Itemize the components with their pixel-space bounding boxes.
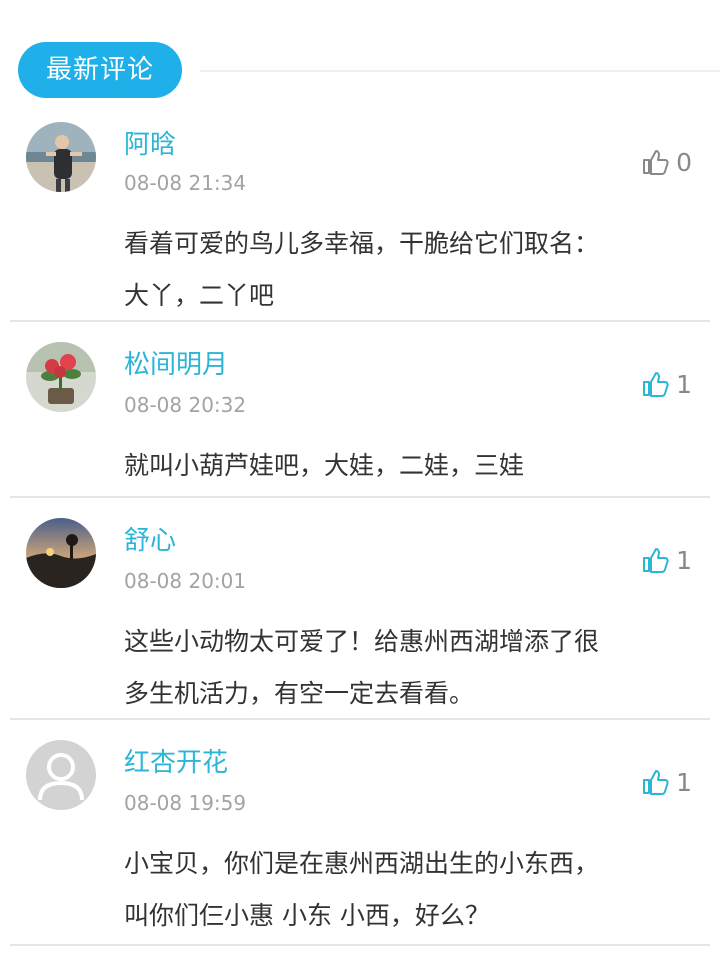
comment-text-line: 看着可爱的鸟儿多幸福，干脆给它们取名： [124, 229, 600, 258]
comment-text-line: 就叫小葫芦娃吧，大娃，二娃，三娃 [124, 451, 525, 480]
comment-username[interactable]: 舒心 [124, 524, 176, 558]
like-button[interactable]: 1 [640, 762, 692, 802]
header-divider [200, 70, 720, 72]
like-button[interactable]: 0 [640, 142, 692, 182]
like-button[interactable]: 1 [640, 540, 692, 580]
thumbs-up-icon [640, 545, 670, 575]
comment-username[interactable]: 红杏开花 [124, 746, 228, 780]
comment-divider [10, 944, 710, 946]
comment-text: 看着可爱的鸟儿多幸福，干脆给它们取名： 大丫，二丫吧 [124, 218, 694, 322]
comment-timestamp: 08-08 20:32 [124, 393, 247, 417]
sunset-photo-avatar[interactable] [26, 518, 96, 588]
comment-timestamp: 08-08 19:59 [124, 791, 247, 815]
like-count: 0 [676, 147, 692, 177]
comment-username[interactable]: 阿晗 [124, 128, 176, 162]
flower-photo-avatar[interactable] [26, 342, 96, 412]
comment-username[interactable]: 松间明月 [124, 348, 228, 382]
comment-text-line: 大丫，二丫吧 [124, 281, 275, 310]
comment-text-line: 小宝贝，你们是在惠州西湖出生的小东西， [124, 849, 600, 878]
like-count: 1 [676, 767, 692, 797]
default-user-avatar[interactable] [26, 740, 96, 810]
person-photo-avatar[interactable] [26, 122, 96, 192]
comment-item: 舒心 08-08 20:01 1 这些小动物太可爱了！给惠州西湖增添了很 多生机… [0, 498, 720, 720]
comment-text: 小宝贝，你们是在惠州西湖出生的小东西， 叫你们仨小惠 小东 小西，好么？ [124, 838, 694, 942]
comment-item: 红杏开花 08-08 19:59 1 小宝贝，你们是在惠州西湖出生的小东西， 叫… [0, 720, 720, 979]
thumbs-up-icon [640, 147, 670, 177]
comment-text-line: 叫你们仨小惠 小东 小西，好么？ [124, 901, 490, 930]
comment-timestamp: 08-08 20:01 [124, 569, 247, 593]
comment-text-line: 多生机活力，有空一定去看看。 [124, 679, 475, 708]
comments-header: 最新评论 [0, 0, 720, 110]
comment-timestamp: 08-08 21:34 [124, 171, 247, 195]
comment-text-line: 这些小动物太可爱了！给惠州西湖增添了很 [124, 627, 600, 656]
comment-text: 这些小动物太可爱了！给惠州西湖增添了很 多生机活力，有空一定去看看。 [124, 616, 694, 720]
latest-comments-tab[interactable]: 最新评论 [18, 42, 182, 98]
like-button[interactable]: 1 [640, 364, 692, 404]
comment-item: 松间明月 08-08 20:32 1 就叫小葫芦娃吧，大娃，二娃，三娃 [0, 322, 720, 498]
thumbs-up-icon [640, 767, 670, 797]
comment-text: 就叫小葫芦娃吧，大娃，二娃，三娃 [124, 440, 694, 492]
comment-item: 阿晗 08-08 21:34 0 看着可爱的鸟儿多幸福，干脆给它们取名： 大丫，… [0, 110, 720, 322]
like-count: 1 [676, 545, 692, 575]
like-count: 1 [676, 369, 692, 399]
thumbs-up-icon [640, 369, 670, 399]
